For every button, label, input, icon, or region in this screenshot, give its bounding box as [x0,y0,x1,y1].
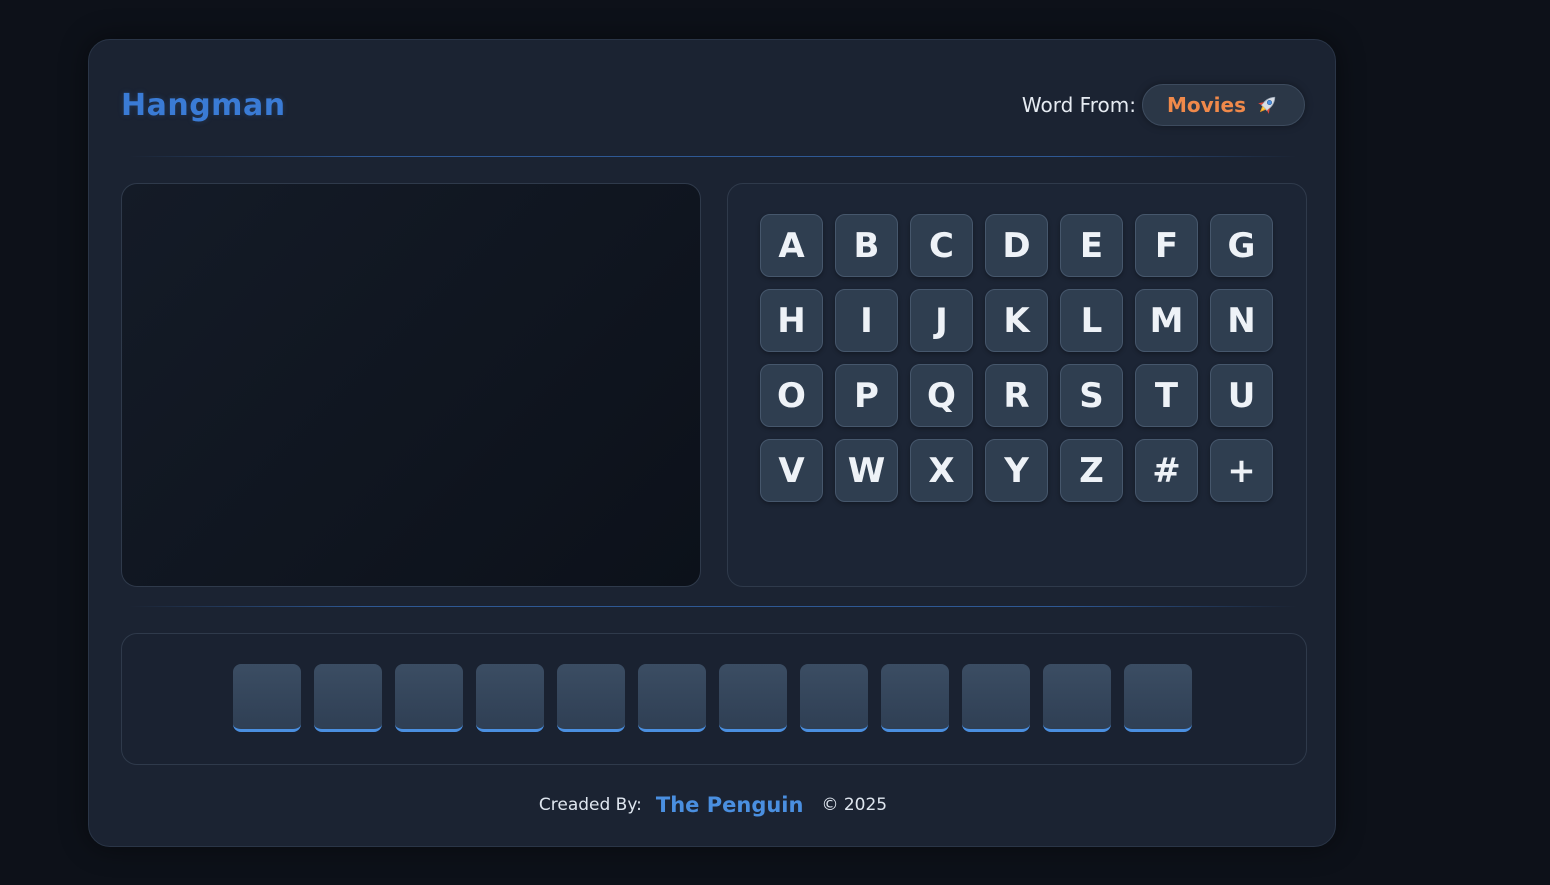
game-card: Hangman Word From: Movies A B C D E F G … [88,39,1336,847]
key-t[interactable]: T [1135,364,1198,427]
key-g[interactable]: G [1210,214,1273,277]
key-hash[interactable]: # [1135,439,1198,502]
hangman-drawing-area [121,183,701,587]
key-d[interactable]: D [985,214,1048,277]
category-value: Movies [1166,93,1246,117]
key-c[interactable]: C [910,214,973,277]
key-l[interactable]: L [1060,289,1123,352]
key-b[interactable]: B [835,214,898,277]
header-divider [129,156,1297,157]
key-h[interactable]: H [760,289,823,352]
word-panel [121,633,1307,765]
footer: Creaded By: The Penguin © 2025 [89,788,1337,822]
key-plus[interactable]: + [1210,439,1273,502]
key-i[interactable]: I [835,289,898,352]
letter-slot [800,664,868,732]
letter-slot [314,664,382,732]
category-indicator: Word From: Movies [1022,83,1305,127]
footer-copyright: © 2025 [821,795,888,815]
key-p[interactable]: P [835,364,898,427]
key-r[interactable]: R [985,364,1048,427]
letter-slot [881,664,949,732]
rocket-icon [1254,92,1280,118]
letter-keyboard: A B C D E F G H I J K L M N O P Q R S T U V W X Y Z # + [760,214,1273,502]
category-label: Word From: [1021,93,1136,117]
key-x[interactable]: X [910,439,973,502]
letter-slot [1043,664,1111,732]
key-q[interactable]: Q [910,364,973,427]
keyboard-panel: A B C D E F G H I J K L M N O P Q R S T U V W X Y Z # + [727,183,1307,587]
key-u[interactable]: U [1210,364,1273,427]
key-s[interactable]: S [1060,364,1123,427]
word-slots [233,664,1192,732]
key-o[interactable]: O [760,364,823,427]
letter-slot [719,664,787,732]
letter-slot [1124,664,1192,732]
key-n[interactable]: N [1210,289,1273,352]
key-k[interactable]: K [985,289,1048,352]
category-badge: Movies [1141,84,1305,126]
footer-credit-label: Creaded By: [538,795,642,815]
page-title: Hangman [121,88,286,123]
key-y[interactable]: Y [985,439,1048,502]
letter-slot [557,664,625,732]
key-j[interactable]: J [910,289,973,352]
key-a[interactable]: A [760,214,823,277]
letter-slot [476,664,544,732]
key-v[interactable]: V [760,439,823,502]
key-m[interactable]: M [1135,289,1198,352]
letter-slot [638,664,706,732]
key-e[interactable]: E [1060,214,1123,277]
letter-slot [233,664,301,732]
key-w[interactable]: W [835,439,898,502]
section-divider [129,606,1297,607]
key-f[interactable]: F [1135,214,1198,277]
letter-slot [962,664,1030,732]
footer-author-link[interactable]: The Penguin [656,793,804,817]
key-z[interactable]: Z [1060,439,1123,502]
letter-slot [395,664,463,732]
